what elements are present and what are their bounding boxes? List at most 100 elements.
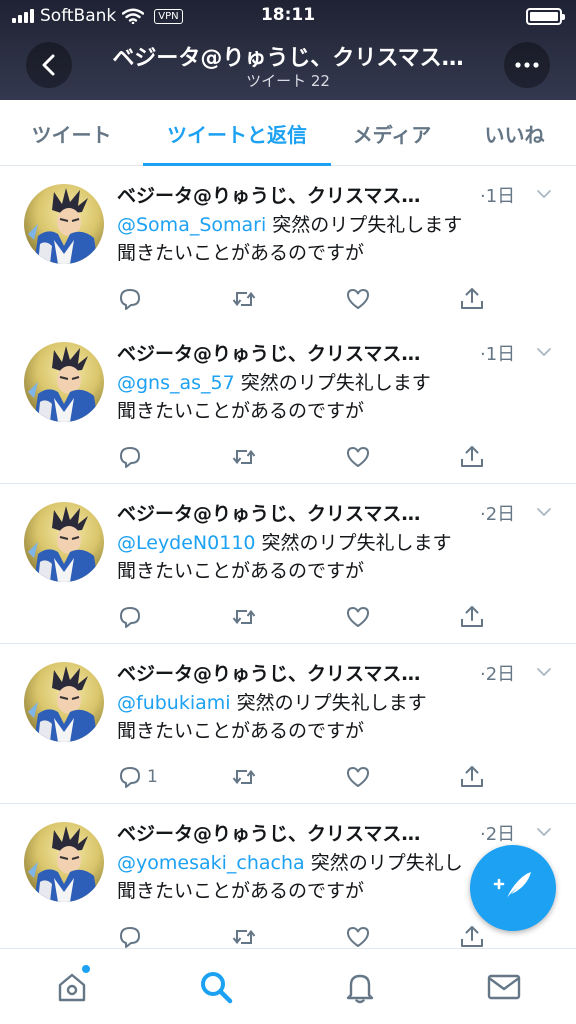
mention-link[interactable]: @Soma_Somari <box>117 214 266 236</box>
author-name[interactable]: ベジータ@りゅうじ、クリスマス… <box>117 181 467 208</box>
reply-icon <box>120 927 140 948</box>
tweet-timestamp: ·2日 <box>480 504 516 525</box>
avatar-image <box>24 662 104 742</box>
chevron-down-icon[interactable] <box>536 504 552 520</box>
avatar-image <box>24 502 104 582</box>
avatar-image <box>24 184 104 264</box>
tab-tweets-and-replies[interactable]: ツイートと返信 <box>143 100 331 166</box>
back-button[interactable] <box>26 42 72 88</box>
chevron-down-icon[interactable] <box>536 824 552 840</box>
tab-likes[interactable]: いいね <box>453 100 576 166</box>
tweet-text-line1: @fubukiami 突然のリプ失礼します <box>117 688 557 715</box>
share-icon <box>461 288 483 309</box>
avatar[interactable] <box>24 822 104 902</box>
mention-link[interactable]: @gns_as_57 <box>117 372 235 394</box>
chevron-down-icon[interactable] <box>536 344 552 360</box>
tweet-actions <box>0 442 576 474</box>
reply-icon <box>120 607 140 628</box>
reply-icon <box>120 767 140 788</box>
status-bar: SoftBank VPN 18:11 <box>0 0 576 34</box>
tweet-item[interactable]: ベジータ@りゅうじ、クリスマス… ·1日 @gns_as_57 突然のリプ失礼し… <box>0 324 576 484</box>
avatar[interactable] <box>24 342 104 422</box>
nav-notifications[interactable] <box>340 967 380 1007</box>
retweet-button[interactable] <box>231 442 257 472</box>
heart-icon <box>347 289 369 309</box>
tab-media[interactable]: メディア <box>331 100 453 166</box>
new-content-dot <box>82 965 90 973</box>
nav-home[interactable] <box>52 965 92 1007</box>
author-name[interactable]: ベジータ@りゅうじ、クリスマス… <box>117 819 467 846</box>
tweet-text-line2: 聞きたいことがあるのですが <box>117 880 365 902</box>
author-name[interactable]: ベジータ@りゅうじ、クリスマス… <box>117 339 467 366</box>
avatar[interactable] <box>24 502 104 582</box>
retweet-button[interactable] <box>231 762 257 792</box>
tweet-item[interactable]: ベジータ@りゅうじ、クリスマス… ·2日 @LeydeN0110 突然のリプ失礼… <box>0 484 576 644</box>
tweet-item[interactable]: ベジータ@りゅうじ、クリスマス… ·1日 @Soma_Somari 突然のリプ失… <box>0 166 576 326</box>
mention-link[interactable]: @LeydeN0110 <box>117 532 256 554</box>
share-button[interactable] <box>459 284 485 314</box>
mention-link[interactable]: @fubukiami <box>117 692 231 714</box>
share-icon <box>461 606 483 627</box>
status-time: 18:11 <box>260 5 316 25</box>
profile-header: SoftBank VPN 18:11 ベジータ@りゅうじ、クリスマス… ツイート… <box>0 0 576 100</box>
search-icon <box>201 972 233 1004</box>
tweet-text: 突然のリプ失礼します <box>234 372 431 394</box>
retweet-icon <box>232 291 256 307</box>
avatar[interactable] <box>24 184 104 264</box>
tweet-actions: 1 <box>0 762 576 794</box>
tweet-text-line2: 聞きたいことがあるのですが <box>117 560 365 582</box>
author-name[interactable]: ベジータ@りゅうじ、クリスマス… <box>117 499 467 526</box>
share-button[interactable] <box>459 602 485 632</box>
reply-button[interactable] <box>117 284 147 314</box>
tab-tweets[interactable]: ツイート <box>0 100 143 166</box>
tweet-item[interactable]: ベジータ@りゅうじ、クリスマス… ·2日 @fubukiami 突然のリプ失礼し… <box>0 644 576 804</box>
share-icon <box>461 926 483 947</box>
heart-icon <box>347 447 369 467</box>
reply-button[interactable] <box>117 602 147 632</box>
tweet-text-line2: 聞きたいことがあるのですが <box>117 720 365 742</box>
tweet-text: 突然のリプ失礼します <box>255 532 452 554</box>
reply-count: 1 <box>147 767 158 787</box>
tweet-text-line1: @Soma_Somari 突然のリプ失礼します <box>117 210 557 237</box>
compose-tweet-button[interactable] <box>470 845 556 931</box>
nav-search[interactable] <box>196 967 236 1007</box>
tweet-actions <box>0 602 576 634</box>
author-name[interactable]: ベジータ@りゅうじ、クリスマス… <box>117 659 467 686</box>
retweet-icon <box>232 449 256 465</box>
share-icon <box>461 766 483 787</box>
reply-button[interactable]: 1 <box>117 762 158 792</box>
like-button[interactable] <box>345 762 371 792</box>
home-icon <box>58 973 86 1002</box>
tweet-text-line2: 聞きたいことがあるのですが <box>117 400 365 422</box>
mention-link[interactable]: @yomesaki_chacha <box>117 852 305 874</box>
more-button[interactable] <box>504 42 550 88</box>
like-button[interactable] <box>345 284 371 314</box>
avatar[interactable] <box>24 662 104 742</box>
profile-tabs: ツイート ツイートと返信 メディア いいね <box>0 100 576 166</box>
tweet-text-line1: @LeydeN0110 突然のリプ失礼します <box>117 528 557 555</box>
bell-icon <box>346 974 374 1004</box>
share-button[interactable] <box>459 442 485 472</box>
heart-icon <box>347 927 369 947</box>
retweet-button[interactable] <box>231 284 257 314</box>
chevron-left-icon <box>42 54 55 76</box>
tweet-text-line2: 聞きたいことがあるのですが <box>117 242 365 264</box>
tweet-text: 突然のリプ失礼します <box>230 692 427 714</box>
heart-icon <box>347 607 369 627</box>
share-button[interactable] <box>459 762 485 792</box>
retweet-icon <box>232 769 256 785</box>
avatar-image <box>24 342 104 422</box>
chevron-down-icon[interactable] <box>536 186 552 202</box>
page-title: ベジータ@りゅうじ、クリスマス… <box>112 46 464 71</box>
tweet-text-line1: @gns_as_57 突然のリプ失礼します <box>117 368 557 395</box>
bottom-navigation <box>0 948 576 1024</box>
retweet-button[interactable] <box>231 602 257 632</box>
nav-messages[interactable] <box>484 967 524 1007</box>
like-button[interactable] <box>345 442 371 472</box>
reply-icon <box>120 447 140 468</box>
chevron-down-icon[interactable] <box>536 664 552 680</box>
tweet-timestamp: ·2日 <box>480 664 516 685</box>
tweet-count: ツイート 22 <box>246 72 330 90</box>
reply-button[interactable] <box>117 442 147 472</box>
like-button[interactable] <box>345 602 371 632</box>
